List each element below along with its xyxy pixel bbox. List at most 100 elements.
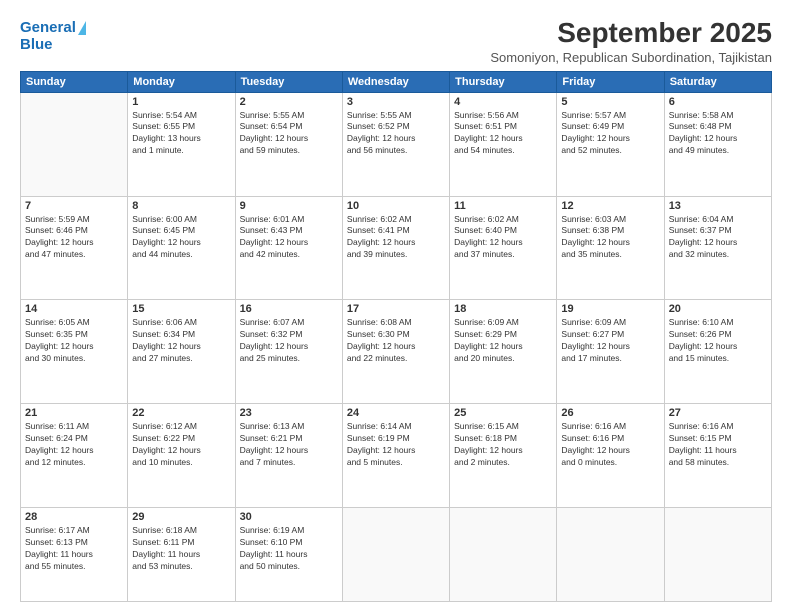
- day-number: 15: [132, 303, 230, 315]
- day-info: Sunrise: 6:08 AM Sunset: 6:30 PM Dayligh…: [347, 317, 445, 365]
- day-info: Sunrise: 6:04 AM Sunset: 6:37 PM Dayligh…: [669, 214, 767, 262]
- day-info: Sunrise: 6:10 AM Sunset: 6:26 PM Dayligh…: [669, 317, 767, 365]
- day-info: Sunrise: 6:11 AM Sunset: 6:24 PM Dayligh…: [25, 421, 123, 469]
- calendar-cell: 3Sunrise: 5:55 AM Sunset: 6:52 PM Daylig…: [342, 92, 449, 196]
- location-subtitle: Somoniyon, Republican Subordination, Taj…: [490, 50, 772, 65]
- day-number: 24: [347, 407, 445, 419]
- title-block: September 2025 Somoniyon, Republican Sub…: [490, 16, 772, 65]
- day-number: 27: [669, 407, 767, 419]
- logo-general: General: [20, 20, 76, 37]
- day-number: 4: [454, 96, 552, 108]
- calendar-cell: [342, 508, 449, 602]
- day-info: Sunrise: 5:56 AM Sunset: 6:51 PM Dayligh…: [454, 110, 552, 158]
- calendar-cell: [557, 508, 664, 602]
- logo-blue: Blue: [20, 37, 53, 54]
- calendar-cell: 22Sunrise: 6:12 AM Sunset: 6:22 PM Dayli…: [128, 404, 235, 508]
- day-number: 17: [347, 303, 445, 315]
- calendar-cell: 9 Sunrise: 6:01 AM Sunset: 6:43 PM Daylig…: [235, 196, 342, 300]
- calendar-cell: 10Sunrise: 6:02 AM Sunset: 6:41 PM Dayli…: [342, 196, 449, 300]
- calendar-cell: 20 Sunrise: 6:10 AM Sunset: 6:26 PM Dayli…: [664, 300, 771, 404]
- calendar-week-row: 28 Sunrise: 6:17 AM Sunset: 6:13 PM Dayli…: [21, 508, 772, 602]
- calendar-cell: 23 Sunrise: 6:13 AM Sunset: 6:21 PM Dayli…: [235, 404, 342, 508]
- calendar-cell: [664, 508, 771, 602]
- calendar-cell: 29Sunrise: 6:18 AM Sunset: 6:11 PM Dayli…: [128, 508, 235, 602]
- day-number: 26: [561, 407, 659, 419]
- calendar-cell: 15 Sunrise: 6:06 AM Sunset: 6:34 PM Dayli…: [128, 300, 235, 404]
- calendar-cell: 11 Sunrise: 6:02 AM Sunset: 6:40 PM Dayli…: [450, 196, 557, 300]
- calendar-cell: 13 Sunrise: 6:04 AM Sunset: 6:37 PM Dayli…: [664, 196, 771, 300]
- day-number: 21: [25, 407, 123, 419]
- calendar-cell: [450, 508, 557, 602]
- day-info: Sunrise: 6:01 AM Sunset: 6:43 PM Dayligh…: [240, 214, 338, 262]
- day-info: Sunrise: 6:16 AM Sunset: 6:15 PM Dayligh…: [669, 421, 767, 469]
- day-info: Sunrise: 6:03 AM Sunset: 6:38 PM Dayligh…: [561, 214, 659, 262]
- day-info: Sunrise: 6:19 AM Sunset: 6:10 PM Dayligh…: [240, 525, 338, 573]
- day-number: 19: [561, 303, 659, 315]
- logo-triangle-icon: [78, 21, 86, 35]
- day-info: Sunrise: 6:09 AM Sunset: 6:29 PM Dayligh…: [454, 317, 552, 365]
- page: General Blue September 2025 Somoniyon, R…: [0, 0, 792, 612]
- day-number: 7: [25, 200, 123, 212]
- day-info: Sunrise: 6:05 AM Sunset: 6:35 PM Dayligh…: [25, 317, 123, 365]
- calendar-cell: 17 Sunrise: 6:08 AM Sunset: 6:30 PM Dayli…: [342, 300, 449, 404]
- calendar-cell: 19 Sunrise: 6:09 AM Sunset: 6:27 PM Dayli…: [557, 300, 664, 404]
- calendar-cell: 25Sunrise: 6:15 AM Sunset: 6:18 PM Dayli…: [450, 404, 557, 508]
- calendar-week-row: 14Sunrise: 6:05 AM Sunset: 6:35 PM Dayli…: [21, 300, 772, 404]
- day-info: Sunrise: 6:17 AM Sunset: 6:13 PM Dayligh…: [25, 525, 123, 573]
- weekday-header-wednesday: Wednesday: [342, 71, 449, 92]
- calendar-cell: 14Sunrise: 6:05 AM Sunset: 6:35 PM Dayli…: [21, 300, 128, 404]
- day-number: 16: [240, 303, 338, 315]
- day-number: 8: [132, 200, 230, 212]
- day-info: Sunrise: 5:55 AM Sunset: 6:54 PM Dayligh…: [240, 110, 338, 158]
- day-number: 18: [454, 303, 552, 315]
- day-info: Sunrise: 6:07 AM Sunset: 6:32 PM Dayligh…: [240, 317, 338, 365]
- calendar-cell: 7 Sunrise: 5:59 AM Sunset: 6:46 PM Daylig…: [21, 196, 128, 300]
- calendar-cell: 2 Sunrise: 5:55 AM Sunset: 6:54 PM Daylig…: [235, 92, 342, 196]
- day-number: 23: [240, 407, 338, 419]
- day-info: Sunrise: 6:13 AM Sunset: 6:21 PM Dayligh…: [240, 421, 338, 469]
- day-number: 5: [561, 96, 659, 108]
- weekday-header-saturday: Saturday: [664, 71, 771, 92]
- day-number: 20: [669, 303, 767, 315]
- calendar-cell: 21 Sunrise: 6:11 AM Sunset: 6:24 PM Dayli…: [21, 404, 128, 508]
- weekday-header-friday: Friday: [557, 71, 664, 92]
- day-info: Sunrise: 5:58 AM Sunset: 6:48 PM Dayligh…: [669, 110, 767, 158]
- header: General Blue September 2025 Somoniyon, R…: [20, 16, 772, 65]
- calendar-cell: 30Sunrise: 6:19 AM Sunset: 6:10 PM Dayli…: [235, 508, 342, 602]
- day-info: Sunrise: 5:54 AM Sunset: 6:55 PM Dayligh…: [132, 110, 230, 158]
- day-number: 12: [561, 200, 659, 212]
- calendar-cell: 26Sunrise: 6:16 AM Sunset: 6:16 PM Dayli…: [557, 404, 664, 508]
- day-info: Sunrise: 6:02 AM Sunset: 6:41 PM Dayligh…: [347, 214, 445, 262]
- calendar-cell: 28 Sunrise: 6:17 AM Sunset: 6:13 PM Dayli…: [21, 508, 128, 602]
- calendar-cell: 8 Sunrise: 6:00 AM Sunset: 6:45 PM Daylig…: [128, 196, 235, 300]
- weekday-header-monday: Monday: [128, 71, 235, 92]
- weekday-header-thursday: Thursday: [450, 71, 557, 92]
- day-info: Sunrise: 6:12 AM Sunset: 6:22 PM Dayligh…: [132, 421, 230, 469]
- day-number: 13: [669, 200, 767, 212]
- day-number: 11: [454, 200, 552, 212]
- day-info: Sunrise: 6:00 AM Sunset: 6:45 PM Dayligh…: [132, 214, 230, 262]
- calendar-cell: 4 Sunrise: 5:56 AM Sunset: 6:51 PM Daylig…: [450, 92, 557, 196]
- logo: General Blue: [20, 20, 86, 53]
- day-info: Sunrise: 6:15 AM Sunset: 6:18 PM Dayligh…: [454, 421, 552, 469]
- day-number: 2: [240, 96, 338, 108]
- day-number: 28: [25, 511, 123, 523]
- calendar-cell: 12 Sunrise: 6:03 AM Sunset: 6:38 PM Dayli…: [557, 196, 664, 300]
- day-info: Sunrise: 6:14 AM Sunset: 6:19 PM Dayligh…: [347, 421, 445, 469]
- day-info: Sunrise: 6:02 AM Sunset: 6:40 PM Dayligh…: [454, 214, 552, 262]
- day-info: Sunrise: 6:06 AM Sunset: 6:34 PM Dayligh…: [132, 317, 230, 365]
- day-number: 6: [669, 96, 767, 108]
- day-info: Sunrise: 5:59 AM Sunset: 6:46 PM Dayligh…: [25, 214, 123, 262]
- calendar-cell: [21, 92, 128, 196]
- calendar-cell: 18 Sunrise: 6:09 AM Sunset: 6:29 PM Dayli…: [450, 300, 557, 404]
- day-info: Sunrise: 6:09 AM Sunset: 6:27 PM Dayligh…: [561, 317, 659, 365]
- calendar-header-row: SundayMondayTuesdayWednesdayThursdayFrid…: [21, 71, 772, 92]
- calendar-cell: 16 Sunrise: 6:07 AM Sunset: 6:32 PM Dayli…: [235, 300, 342, 404]
- calendar-table: SundayMondayTuesdayWednesdayThursdayFrid…: [20, 71, 772, 602]
- weekday-header-sunday: Sunday: [21, 71, 128, 92]
- calendar-cell: 1Sunrise: 5:54 AM Sunset: 6:55 PM Daylig…: [128, 92, 235, 196]
- calendar-cell: 24 Sunrise: 6:14 AM Sunset: 6:19 PM Dayli…: [342, 404, 449, 508]
- day-number: 9: [240, 200, 338, 212]
- calendar-cell: 5Sunrise: 5:57 AM Sunset: 6:49 PM Daylig…: [557, 92, 664, 196]
- calendar-week-row: 7 Sunrise: 5:59 AM Sunset: 6:46 PM Daylig…: [21, 196, 772, 300]
